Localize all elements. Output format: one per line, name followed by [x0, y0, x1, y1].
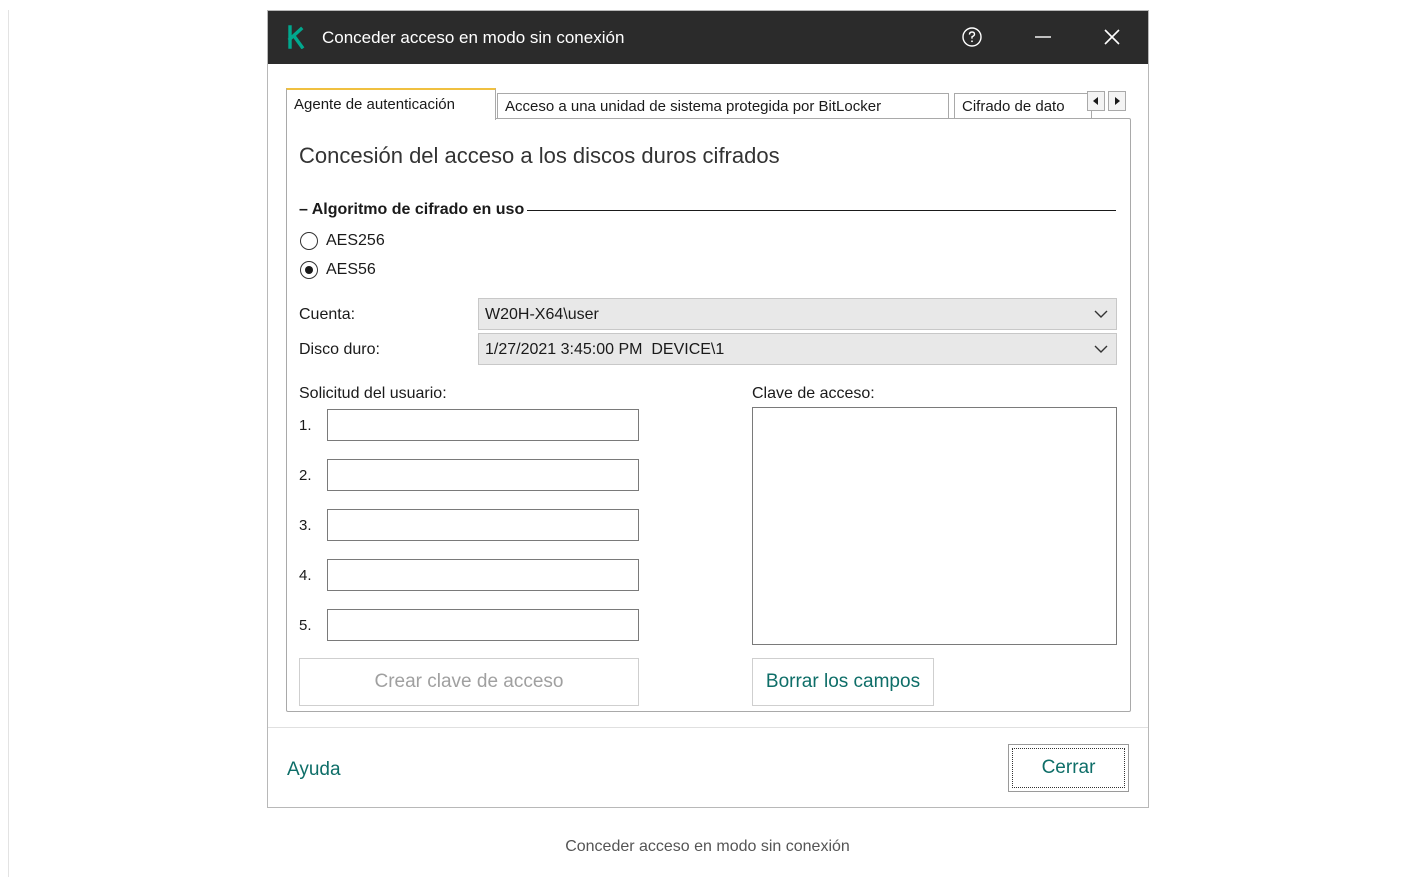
title-bar: Conceder acceso en modo sin conexión — [268, 11, 1148, 64]
account-label: Cuenta: — [299, 306, 356, 323]
request-row-number: 1. — [299, 417, 312, 434]
algorithm-group-label: Algoritmo de cifrado en uso — [311, 201, 525, 218]
tab-authentication-agent[interactable]: Agente de autenticación — [286, 88, 496, 120]
request-row-number: 2. — [299, 467, 312, 484]
tab-scroll-left-icon[interactable] — [1087, 91, 1105, 111]
account-select[interactable]: W20H-X64\user — [478, 298, 1117, 330]
help-icon[interactable] — [960, 25, 984, 49]
close-icon[interactable] — [1100, 25, 1124, 49]
account-value: W20H-X64\user — [485, 306, 599, 323]
user-request-label: Solicitud del usuario: — [299, 385, 447, 402]
minimize-icon[interactable] — [1031, 25, 1055, 49]
figure-caption: Conceder acceso en modo sin conexión — [565, 838, 850, 855]
tab-strip: Agente de autenticación Acceso a una uni… — [286, 88, 1129, 120]
disk-label: Disco duro: — [299, 341, 380, 358]
disk-select[interactable]: 1/27/2021 3:45:00 PM DEVICE\1 — [478, 333, 1117, 365]
request-row-number: 5. — [299, 617, 312, 634]
group-dash: – — [299, 201, 312, 218]
disk-value: 1/27/2021 3:45:00 PM DEVICE\1 — [485, 341, 725, 358]
window-title: Conceder acceso en modo sin conexión — [322, 28, 625, 47]
tab-scroll-right-icon[interactable] — [1108, 91, 1126, 111]
footer-divider — [268, 727, 1148, 728]
radio-aes56-label: AES56 — [326, 261, 376, 278]
request-input-1[interactable] — [327, 409, 639, 441]
radio-aes256-label: AES256 — [326, 232, 385, 249]
request-input-2[interactable] — [327, 459, 639, 491]
radio-aes56-indicator[interactable] — [300, 261, 318, 279]
radio-aes256[interactable]: AES256 — [300, 232, 385, 250]
request-input-3[interactable] — [327, 509, 639, 541]
radio-aes256-indicator[interactable] — [300, 232, 318, 250]
request-input-4[interactable] — [327, 559, 639, 591]
help-link[interactable]: Ayuda — [287, 759, 341, 781]
chevron-down-icon — [1094, 310, 1108, 318]
clear-fields-button[interactable]: Borrar los campos — [752, 658, 934, 706]
close-button[interactable]: Cerrar — [1008, 744, 1129, 792]
request-row-number: 3. — [299, 517, 312, 534]
request-input-5[interactable] — [327, 609, 639, 641]
tab-bitlocker-access[interactable]: Acceso a una unidad de sistema protegida… — [497, 93, 949, 118]
kaspersky-logo-icon — [287, 25, 305, 49]
access-key-textarea[interactable] — [752, 407, 1117, 645]
tab-data-encryption[interactable]: Cifrado de dato — [954, 93, 1092, 118]
create-access-key-button[interactable]: Crear clave de acceso — [299, 658, 639, 706]
radio-aes56[interactable]: AES56 — [300, 261, 376, 279]
request-row-number: 4. — [299, 567, 312, 584]
dialog-window: Conceder acceso en modo sin conexión Age… — [267, 10, 1149, 808]
algorithm-group-title: – Algoritmo de cifrado en uso — [299, 201, 528, 219]
access-key-label: Clave de acceso: — [752, 385, 875, 402]
panel-heading: Concesión del acceso a los discos duros … — [299, 143, 780, 168]
chevron-down-icon — [1094, 345, 1108, 353]
tab-panel: Concesión del acceso a los discos duros … — [286, 118, 1131, 712]
